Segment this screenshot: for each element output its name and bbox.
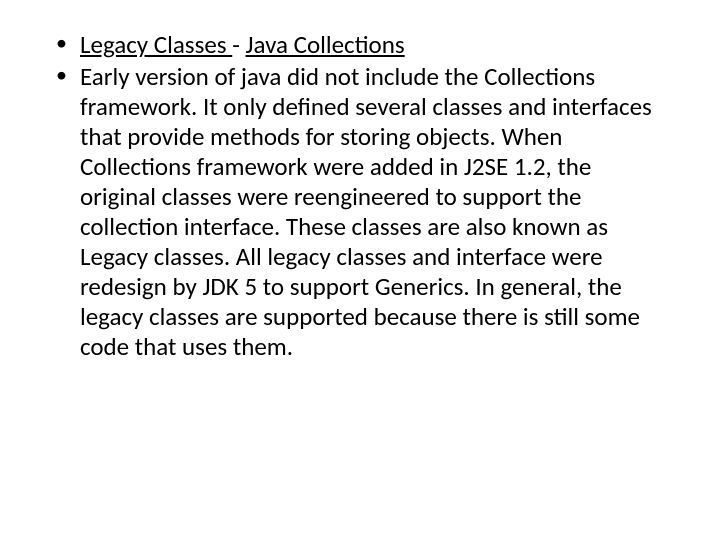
body-text: Early version of java did not include th… — [80, 61, 652, 362]
title-java-collections: Java Collections — [246, 29, 405, 60]
bullet-body: Early version of java did not include th… — [50, 62, 670, 362]
bullet-title: Legacy Classes - Java Collections — [50, 30, 670, 60]
title-legacy-classes: Legacy Classes — [80, 29, 232, 60]
title-separator: - — [232, 29, 245, 60]
bullet-list: Legacy Classes - Java Collections Early … — [50, 30, 670, 362]
